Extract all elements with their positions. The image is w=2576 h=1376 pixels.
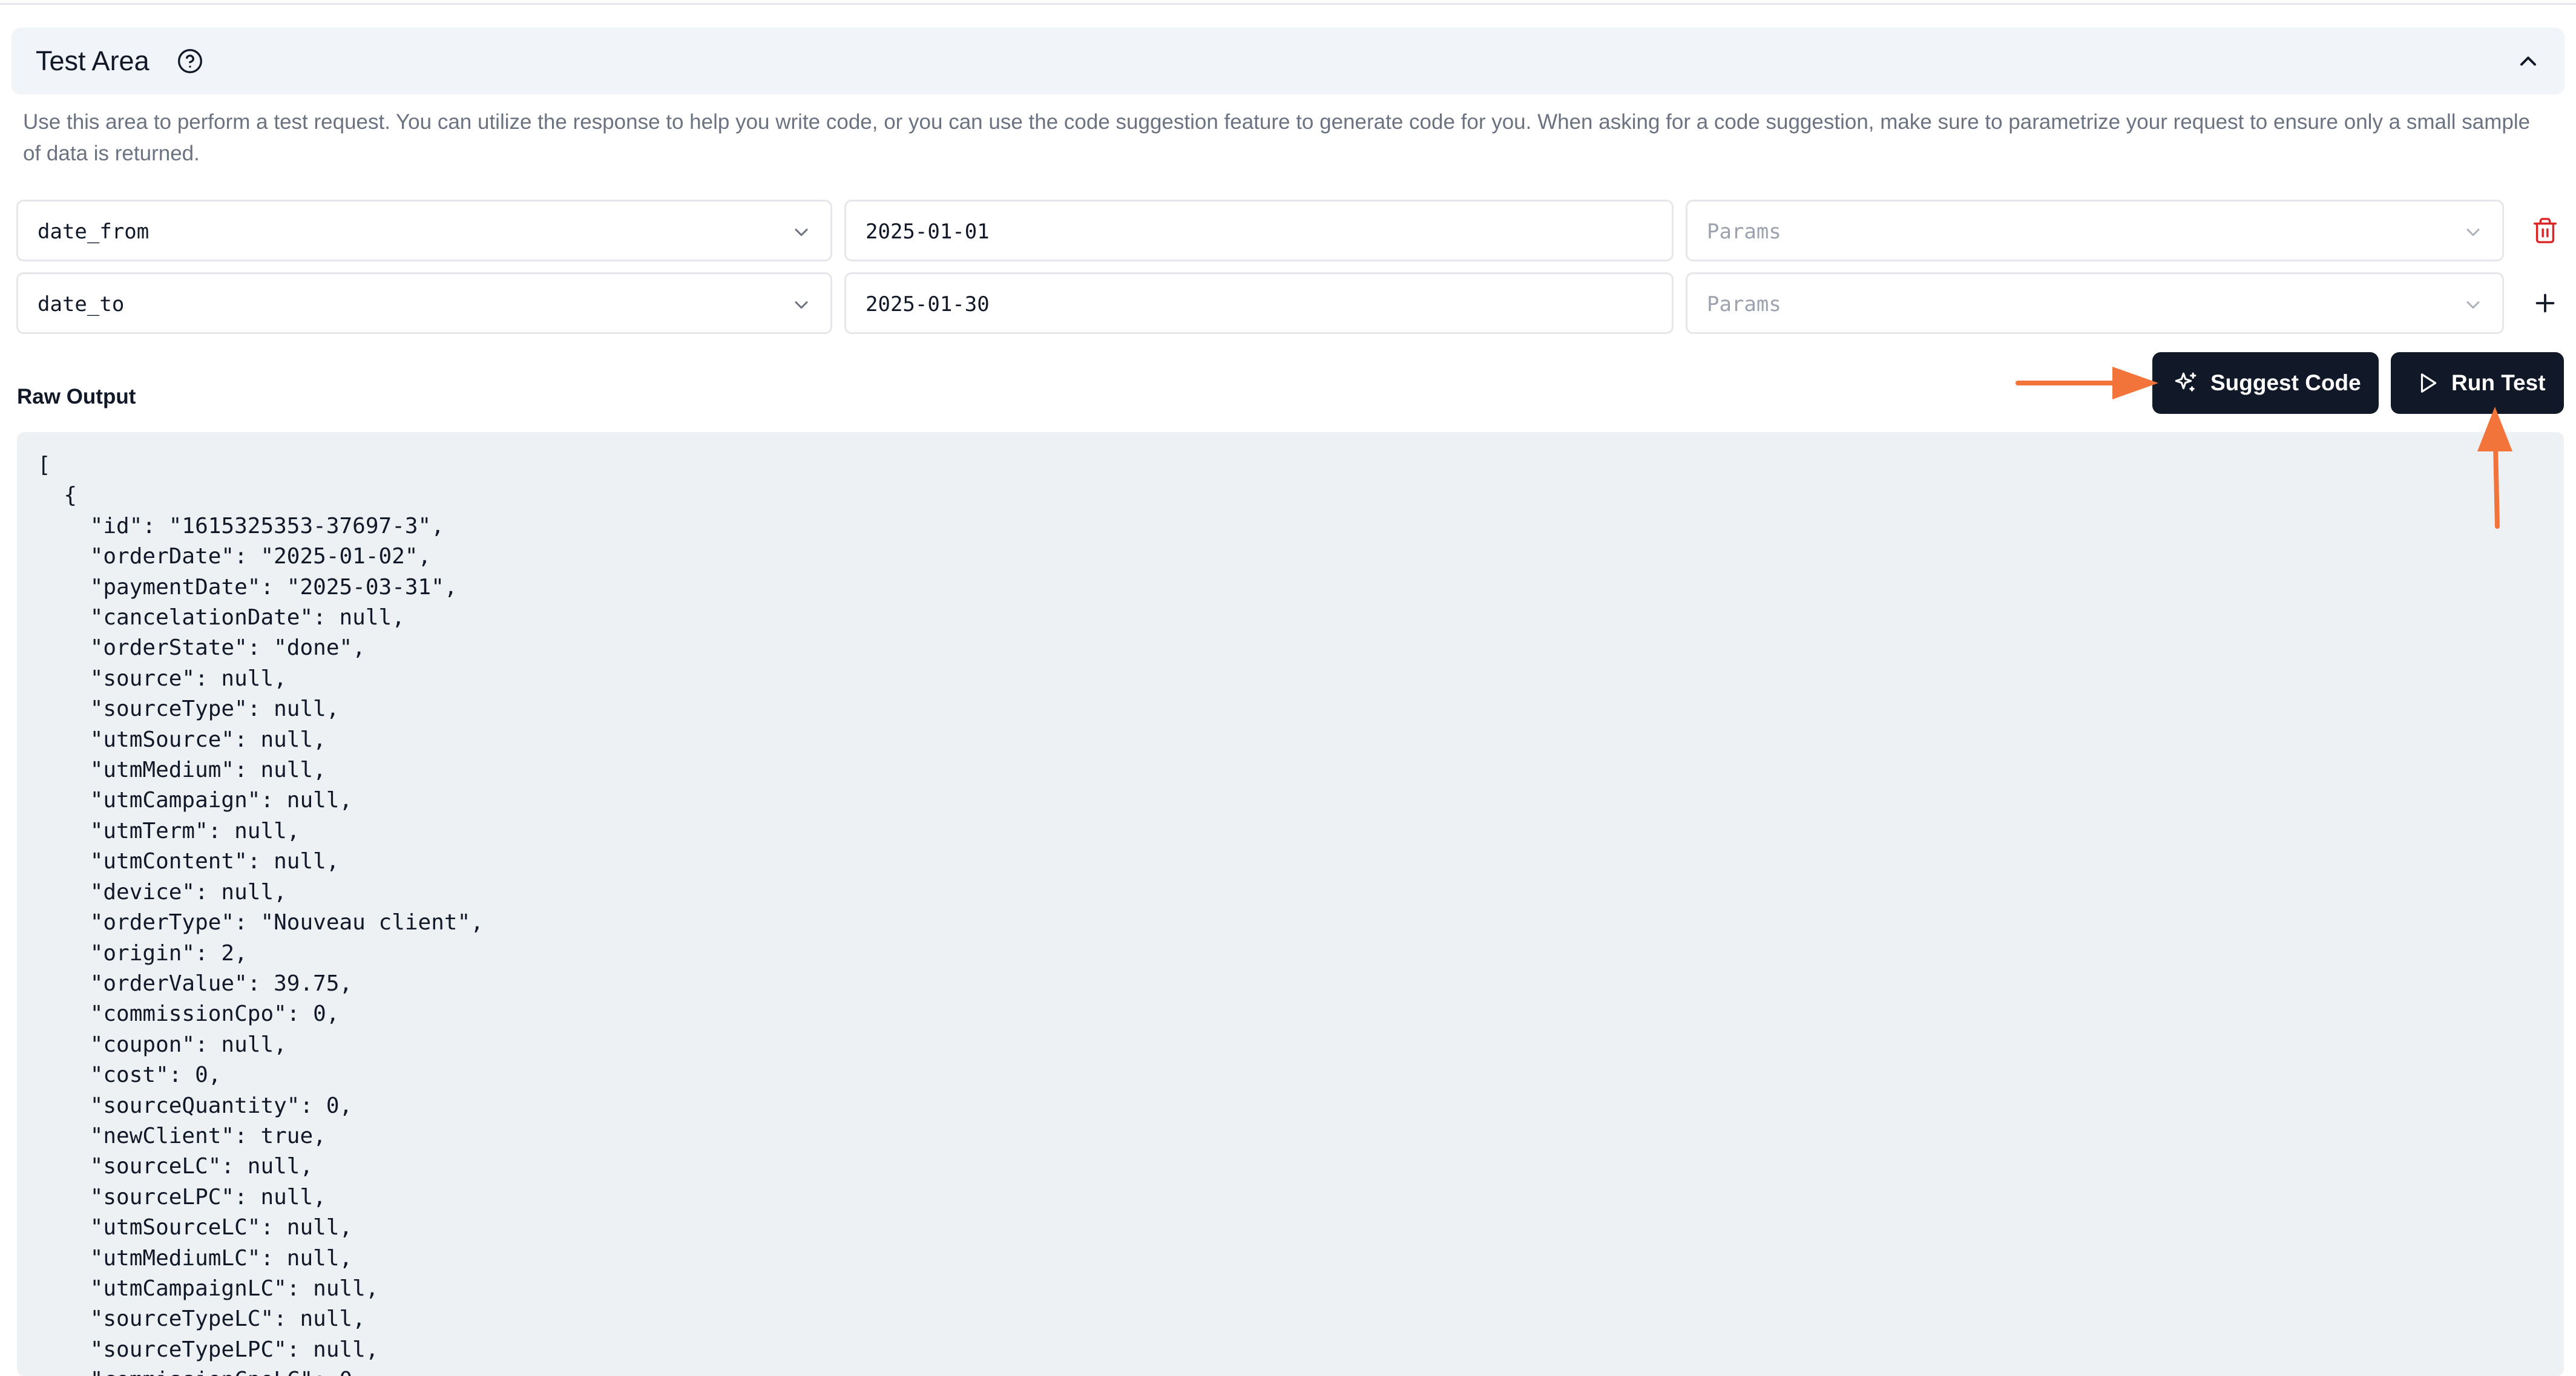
chevron-down-icon	[795, 229, 808, 236]
run-test-button[interactable]: Run Test	[2391, 352, 2564, 414]
section-description: Use this area to perform a test request.…	[23, 110, 2531, 165]
param-row: date_from 2025-01-01 Params	[16, 200, 2558, 261]
chevron-down-icon	[2466, 229, 2480, 236]
sparkles-icon	[2175, 372, 2196, 392]
param-value-text: 2025-01-30	[866, 292, 990, 316]
param-type-select[interactable]: Params	[1686, 200, 2504, 261]
top-divider	[0, 0, 2576, 5]
param-key-value: date_to	[38, 292, 125, 316]
suggest-code-label: Suggest Code	[2210, 370, 2361, 395]
run-test-label: Run Test	[2451, 370, 2546, 395]
param-value-text: 2025-01-01	[866, 220, 990, 244]
param-type-placeholder: Params	[1707, 292, 1781, 316]
plus-icon[interactable]	[2531, 289, 2559, 317]
section-title: Test Area	[36, 45, 150, 76]
param-value-input[interactable]: 2025-01-01	[844, 200, 1674, 261]
param-type-select[interactable]: Params	[1686, 272, 2504, 334]
raw-output-panel[interactable]: [ { "id": "1615325353-37697-3", "orderDa…	[17, 432, 2564, 1376]
raw-output-code: [ { "id": "1615325353-37697-3", "orderDa…	[38, 453, 484, 1376]
chevron-down-icon	[795, 301, 808, 309]
param-key-select[interactable]: date_to	[16, 272, 832, 334]
test-area-header[interactable]: Test Area	[12, 28, 2564, 94]
trash-icon[interactable]	[2531, 217, 2559, 244]
suggest-code-button[interactable]: Suggest Code	[2152, 352, 2379, 414]
annotation-arrow-icon	[2016, 367, 2158, 399]
param-key-select[interactable]: date_from	[16, 200, 832, 261]
play-icon	[2420, 373, 2437, 393]
chevron-down-icon	[2466, 301, 2480, 309]
param-value-input[interactable]: 2025-01-30	[844, 272, 1674, 334]
param-key-value: date_from	[38, 220, 150, 244]
chevron-up-icon[interactable]	[2515, 48, 2542, 74]
param-type-placeholder: Params	[1707, 220, 1781, 244]
param-row: date_to 2025-01-30 Params	[16, 272, 2558, 334]
help-circle-icon[interactable]	[177, 48, 203, 74]
raw-output-label: Raw Output	[17, 385, 136, 408]
